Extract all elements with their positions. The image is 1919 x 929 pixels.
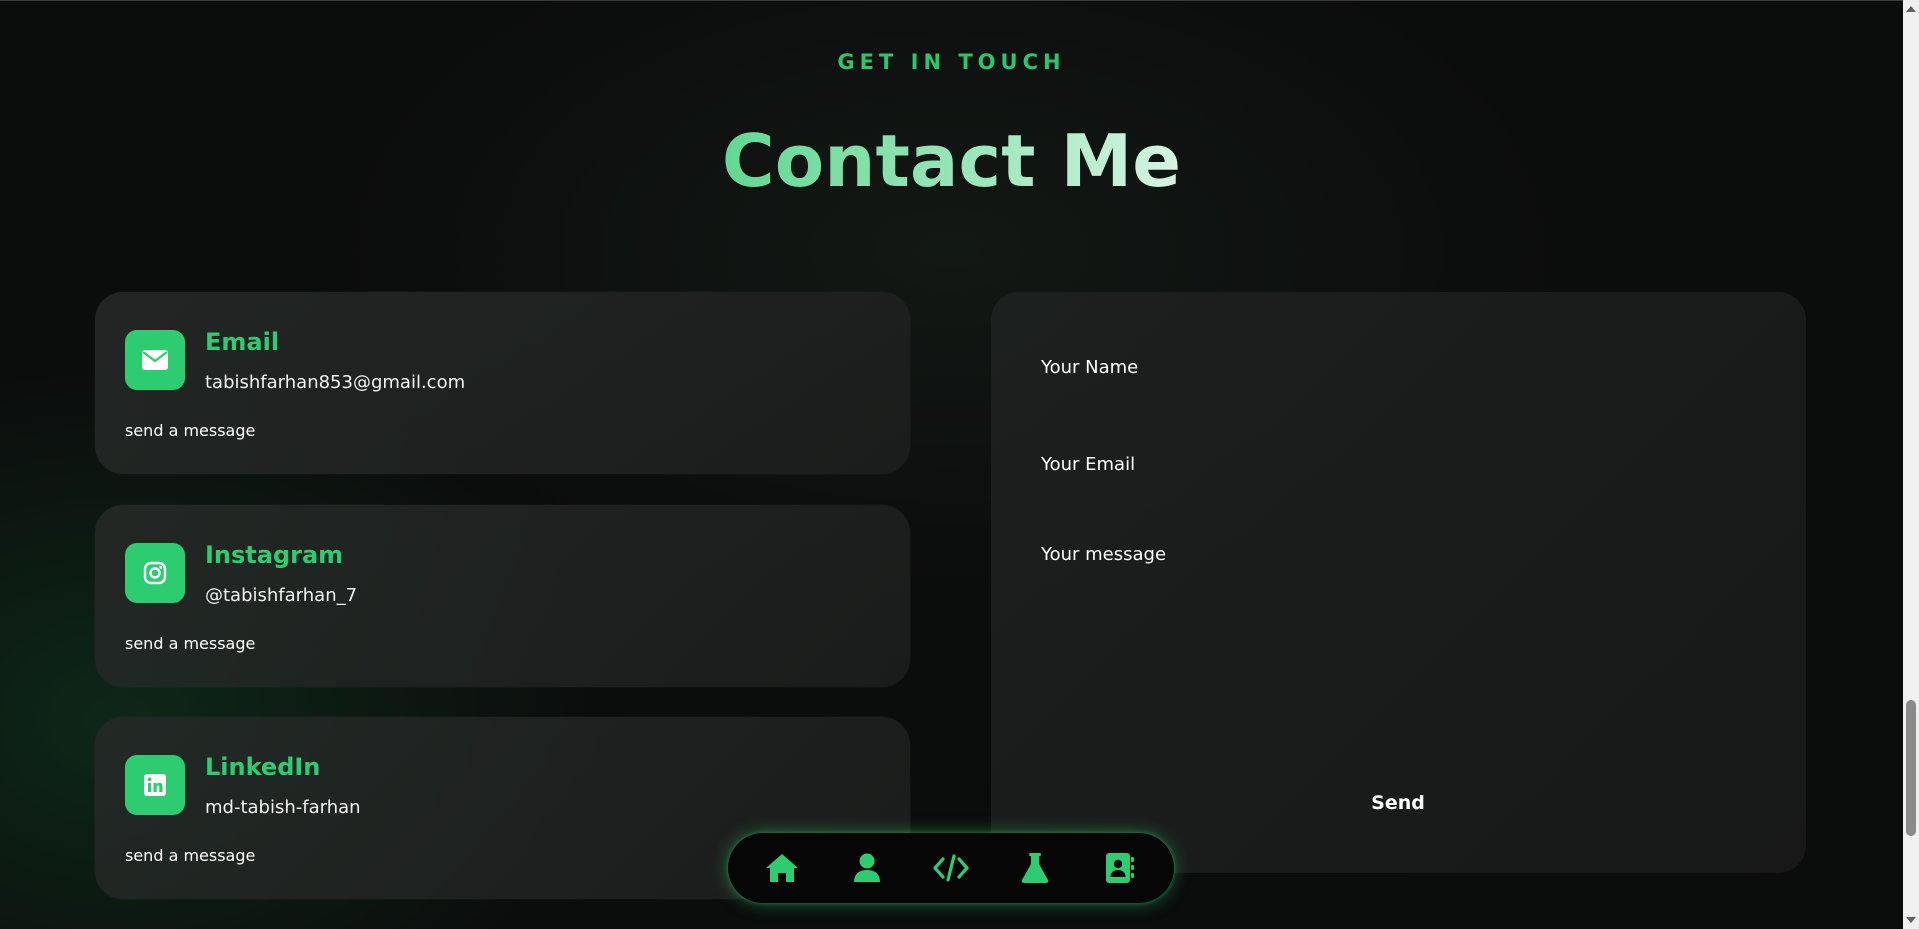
scroll-up-arrow-icon[interactable] — [1906, 6, 1916, 12]
contact-page: GET IN TOUCH Contact Me Email tabishfarh… — [0, 0, 1919, 929]
email-field[interactable] — [1031, 441, 1766, 487]
bottom-navbar — [728, 833, 1174, 903]
page-title-text: Contact Me — [721, 119, 1182, 203]
send-message-link[interactable]: send a message — [125, 421, 255, 440]
contact-form: Send — [991, 292, 1806, 873]
envelope-icon — [125, 330, 185, 390]
section-eyebrow: GET IN TOUCH — [837, 50, 1066, 74]
scroll-thumb[interactable] — [1906, 700, 1916, 836]
user-icon — [853, 853, 880, 882]
flask-icon — [1022, 853, 1049, 883]
card-value: tabishfarhan853@gmail.com — [205, 372, 466, 393]
contact-book-icon — [1105, 853, 1134, 883]
scroll-down-arrow-icon[interactable] — [1906, 917, 1916, 923]
top-border — [0, 0, 1903, 1]
message-field[interactable] — [1031, 534, 1766, 734]
send-message-link[interactable]: send a message — [125, 634, 255, 653]
linkedin-icon — [125, 755, 185, 815]
send-message-link[interactable]: send a message — [125, 846, 255, 865]
card-value: md-tabish-farhan — [205, 797, 361, 818]
page-title: Contact Me — [0, 116, 1903, 206]
contact-card-email: Email tabishfarhan853@gmail.com send a m… — [95, 292, 910, 474]
name-field[interactable] — [1031, 344, 1766, 390]
page-scrollbar[interactable] — [1903, 0, 1919, 929]
nav-about[interactable] — [837, 838, 897, 898]
nav-contact[interactable] — [1090, 838, 1150, 898]
nav-projects[interactable] — [921, 838, 981, 898]
home-icon — [766, 854, 799, 882]
nav-lab[interactable] — [1005, 838, 1065, 898]
send-button[interactable]: Send — [1331, 780, 1465, 826]
code-icon — [933, 854, 969, 882]
card-value: @tabishfarhan_7 — [205, 585, 358, 606]
contact-card-instagram: Instagram @tabishfarhan_7 send a message — [95, 505, 910, 687]
nav-home[interactable] — [752, 838, 812, 898]
card-title: Instagram — [205, 541, 344, 569]
instagram-icon — [125, 543, 185, 603]
card-title: LinkedIn — [205, 753, 321, 781]
card-title: Email — [205, 328, 280, 356]
